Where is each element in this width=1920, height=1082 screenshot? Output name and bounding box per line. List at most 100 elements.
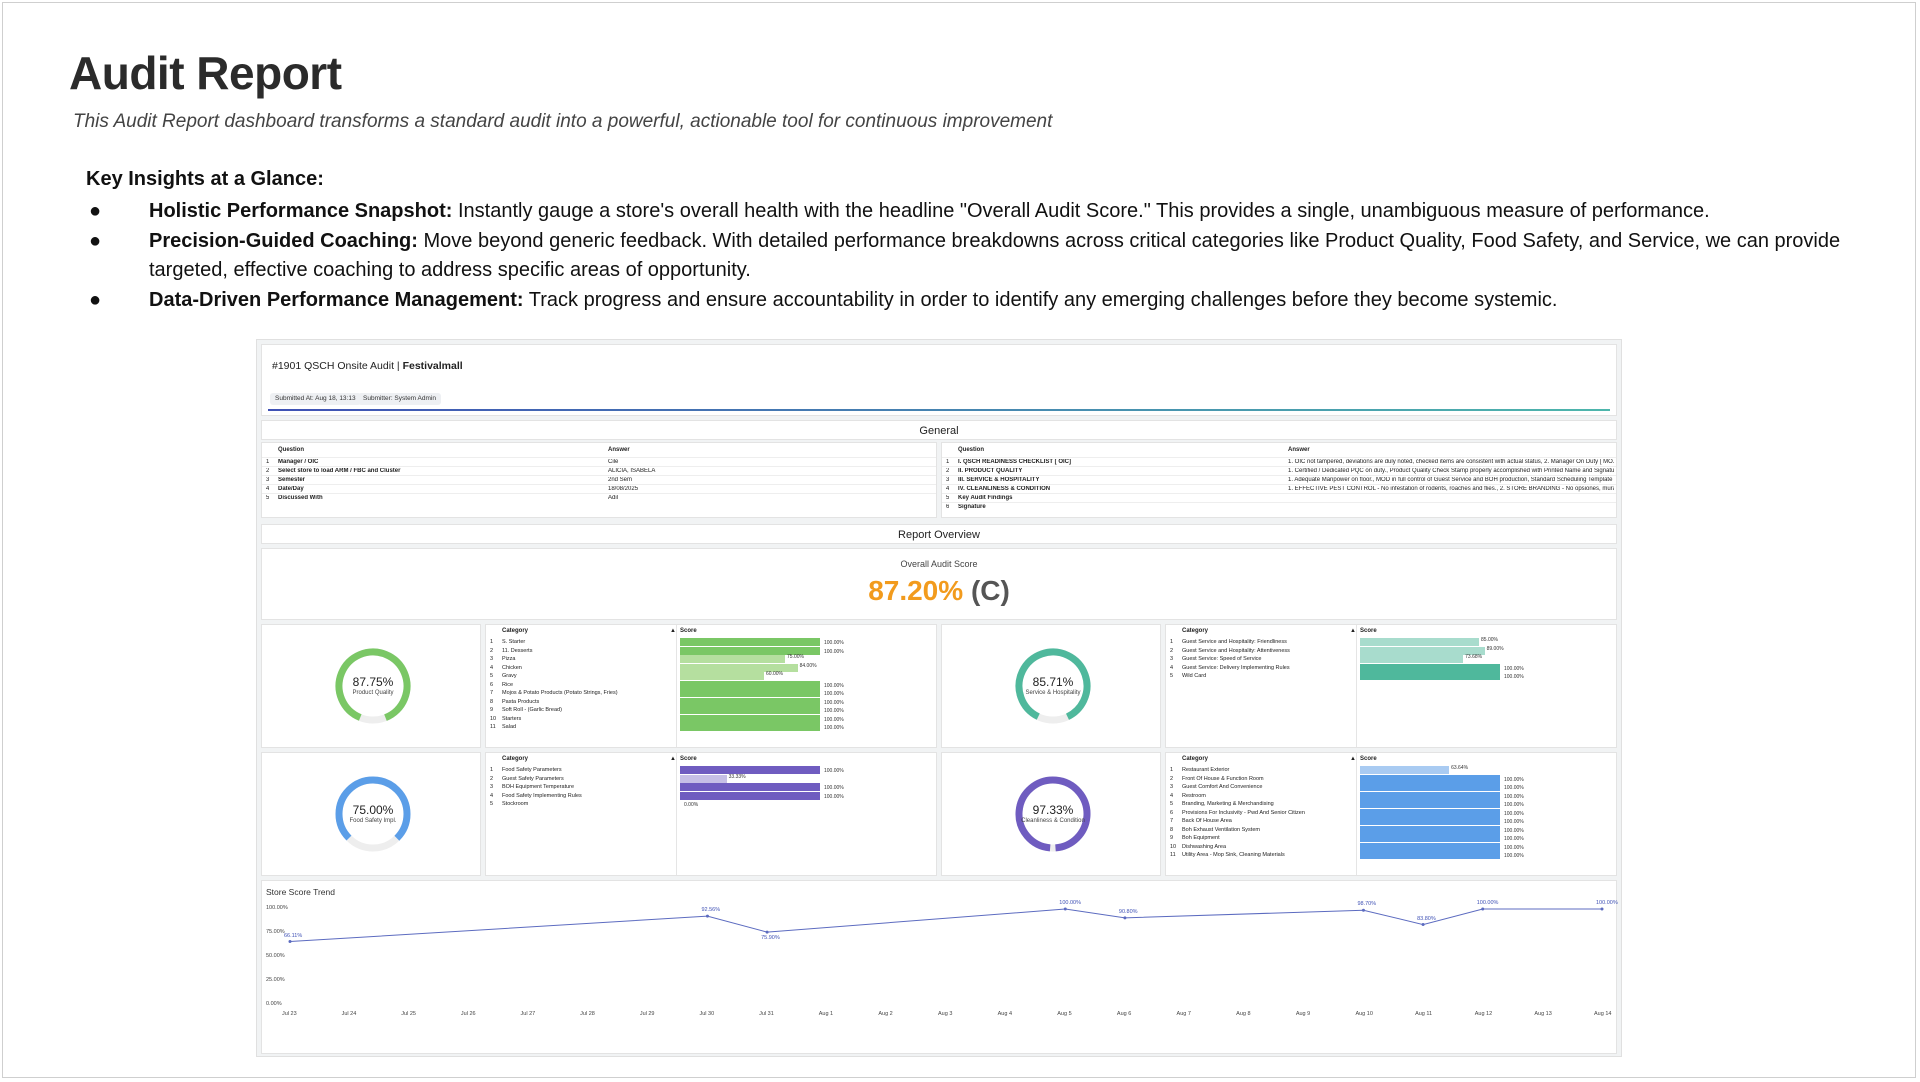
data-label: 100.00% [1059,900,1081,906]
x-tick-label: Aug 9 [1295,1011,1311,1017]
score-bar [680,714,820,723]
y-tick-label: 25.00% [266,977,285,983]
score-bar [1360,663,1500,672]
y-tick-label: 75.00% [266,929,285,935]
column-header: Question [278,447,305,453]
gauge-value: 85.71% [1032,675,1074,689]
data-point[interactable] [705,914,709,918]
row-category: Guest Service and Hospitality: Attentive… [1182,647,1290,654]
table-service-hospitality: Category ▲ Score 1 Guest Service and Hospita… [1165,624,1617,748]
score-bar [680,766,820,774]
row-number: 6 [946,504,950,510]
row-category: Starters [502,715,522,722]
row-number: 11 [1170,852,1176,858]
score-label: 100.00% [824,785,844,791]
row-category: Wild Card [1182,673,1207,679]
row-number: 7 [1170,818,1174,824]
data-point[interactable] [288,940,292,944]
data-point[interactable] [1063,907,1067,911]
row-category: Provisions For Inclusivity - Pwd And Sen… [1182,809,1305,816]
x-tick-label: Jul 25 [401,1011,416,1017]
row-number: 4 [490,664,494,671]
row-number: 1 [490,767,494,773]
row-answer: Adil [608,495,619,501]
insight-item: ● Data-Driven Performance Management: Tra… [86,286,1886,315]
row-category: Front Of House & Function Room [1182,775,1264,782]
gauge-value: 75.00% [352,803,394,817]
data-point[interactable] [1123,916,1127,920]
y-tick-label: 0.00% [266,1001,282,1007]
audit-title: #1901 QSCH Onsite Audit | [272,360,400,372]
bullet-icon: ● [89,230,102,252]
score-label: 100.00% [1504,802,1524,808]
row-answer: ALICIA, ISABELA [608,468,656,474]
data-point[interactable] [1481,907,1485,911]
score-label: 100.00% [1504,776,1524,783]
row-number: 3 [946,477,950,483]
row-category: Stockroom [502,801,529,807]
score-label: 100.00% [1504,819,1524,825]
overall-score-grade: (C) [970,575,1010,606]
data-point[interactable] [1600,907,1604,911]
data-point[interactable] [1361,908,1365,912]
gauge-service-hospitality: 85.71% Service & Hospitality [1012,645,1094,727]
row-category: Guest Safety Parameters [502,775,564,782]
row-question: IV. CLEANLINESS & CONDITION [958,486,1051,492]
score-label: 100.00% [1504,844,1524,851]
score-bar [680,791,820,800]
x-tick-label: Jul 29 [639,1011,655,1017]
row-number: 5 [266,495,270,501]
x-tick-label: Aug 8 [1236,1011,1251,1017]
x-tick-label: Jul 26 [460,1011,476,1017]
score-label: 100.00% [824,699,844,706]
key-insights: Key Insights at a Glance: ● Holistic Perf… [86,168,1886,316]
x-tick-label: Jul 27 [520,1011,536,1017]
data-point[interactable] [1421,923,1425,927]
row-category: Dishwashing Area [1182,843,1227,850]
score-bar [680,697,820,706]
score-bar [1360,842,1500,851]
row-number: 3 [1170,784,1174,790]
x-tick-label: Jul 30 [699,1011,715,1017]
store-score-trend-chart: Store Score Trend 100.00% 75.00% 50.00% 25.… [261,880,1618,1054]
row-number: 10 [490,715,497,722]
row-number: 2 [490,775,494,782]
gauge-card-product-quality: 87.75% Product Quality [261,624,481,748]
row-answer: 1. OIC not tampered, deviations are duly… [1288,459,1614,465]
score-bar [1360,655,1464,663]
score-label: 60.00% [766,671,783,677]
x-tick-label: Aug 6 [1116,1011,1132,1017]
row-question: Signature [958,504,986,510]
row-number: 2 [1170,775,1174,782]
score-label: 33.33% [728,773,746,780]
insight-bold: Precision-Guided Coaching: [149,230,418,252]
row-number: 5 [490,801,494,807]
row-number: 5 [490,673,494,679]
row-category: Branding, Marketing & Merchandising [1182,801,1274,807]
column-header: Answer [608,447,630,453]
row-question: Date/Day [278,486,304,492]
row-category: Soft Roll - (Garlic Bread) [502,707,562,713]
row-number: 4 [490,792,494,799]
score-label: 100.00% [824,682,844,689]
insight-bold: Data-Driven Performance Management: [149,289,524,311]
table-row: 4 IV. CLEANLINESS & CONDITION 1. EFFECTIVE… [942,484,1616,493]
table-row: 11 Utility Area - Mop Sink, Cleaning Mate… [1166,851,1616,861]
x-tick-label: Jul 23 [282,1011,297,1017]
score-label: 100.00% [824,716,844,723]
table-row: 5 Wild Card 100.00% [1166,672,1616,682]
row-answer: 1. EFFECTIVE PEST CONTROL - No infestati… [1288,486,1614,492]
bullet-icon: ● [89,200,102,222]
x-tick-label: Aug 12 [1474,1011,1493,1017]
row-category: Boh Exhaust Ventilation System [1182,826,1260,833]
gauge-label: Cleanliness & Condition [1021,818,1085,824]
row-number: 1 [1170,767,1174,773]
data-point[interactable] [765,930,769,934]
row-category: Restaurant Exterior [1182,767,1230,773]
x-tick-label: Aug 11 [1415,1011,1433,1017]
table-row: 1 Manager / OIC Cile [262,457,936,466]
x-tick-label: Jul 24 [341,1011,357,1017]
x-tick-label: Aug 7 [1176,1011,1191,1017]
store-name: Festivalmall [402,360,463,372]
row-category: Pizza [502,656,516,662]
